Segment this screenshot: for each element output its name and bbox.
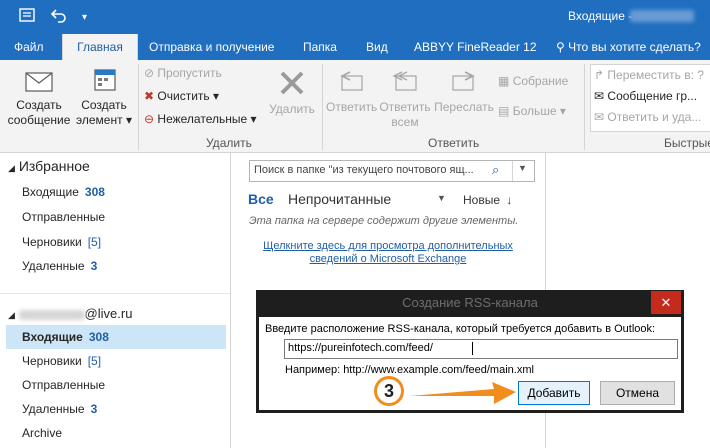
add-button[interactable]: Добавить: [518, 381, 590, 405]
clean-up-button[interactable]: ✖ Очистить ▾: [144, 87, 219, 105]
favorite-deleted[interactable]: Удаленные 3: [22, 259, 97, 273]
account-deleted[interactable]: Удаленные 3: [22, 402, 97, 416]
callout-arrow-icon: [408, 380, 518, 406]
new-item-button[interactable]: Создать элемент ▾: [74, 68, 134, 128]
search-input[interactable]: Поиск в папке "из текущего почтового ящ.…: [254, 164, 474, 176]
rss-url-field[interactable]: https://pureinfotech.com/feed/: [284, 339, 678, 359]
collapse-icon: ◢: [8, 163, 15, 173]
filter-dropdown-icon[interactable]: ▼: [437, 193, 446, 203]
tab-file[interactable]: Файл: [8, 34, 50, 60]
favorite-inbox[interactable]: Входящие 308: [22, 185, 105, 199]
group-label-delete: Удалить: [206, 136, 252, 150]
search-scope-dropdown-icon[interactable]: ▼: [518, 163, 527, 173]
cancel-button[interactable]: Отмена: [600, 381, 675, 405]
junk-icon: ⊖: [144, 112, 155, 126]
more-icon: ▤: [498, 104, 510, 118]
search-divider: [512, 161, 513, 181]
account-header[interactable]: ◢ @live.ru: [8, 306, 132, 321]
tell-me-box[interactable]: ⚲ Что вы хотите сделать?: [550, 34, 707, 60]
reply-delete-icon: ✉: [594, 110, 605, 124]
step-badge: 3: [374, 376, 404, 406]
ribbon: Создать сообщение Создать элемент ▾ ⊘ Пр…: [0, 60, 710, 153]
group-label-quick-steps: Быстрые: [664, 136, 710, 150]
collapse-icon: ◢: [8, 310, 15, 320]
new-message-label-1: Создать: [16, 98, 62, 112]
tab-home[interactable]: Главная: [62, 34, 138, 61]
tab-abbyy[interactable]: ABBYY FineReader 12: [408, 34, 543, 60]
server-notice: Эта папка на сервере содержит другие эле…: [249, 215, 519, 227]
dialog-title: Создание RSS-канала: [402, 295, 538, 310]
delete-button[interactable]: Удалить: [266, 68, 318, 117]
account-archive[interactable]: Archive: [22, 426, 62, 440]
filter-all[interactable]: Все: [248, 191, 274, 207]
reply-icon: [336, 68, 366, 96]
customize-qat-icon[interactable]: ▾: [82, 8, 87, 28]
account-sent[interactable]: Отправленные: [22, 378, 105, 392]
more-button[interactable]: ▤ Больше ▾: [498, 102, 566, 120]
move-icon: ↱: [594, 68, 605, 82]
quick-step-reply-delete[interactable]: ✉ Ответить и уда...: [594, 108, 701, 126]
meeting-button[interactable]: ▦ Собрание: [498, 72, 568, 90]
divider: [0, 293, 230, 294]
message-icon: ✉: [594, 89, 605, 103]
redacted-email: [18, 309, 85, 320]
search-box[interactable]: Поиск в папке "из текущего почтового ящ.…: [249, 160, 535, 182]
exchange-link[interactable]: Щелкните здесь для просмотра дополнитель…: [231, 240, 545, 266]
meeting-icon: ▦: [498, 74, 510, 88]
tab-view[interactable]: Вид: [360, 34, 394, 60]
reply-button[interactable]: Ответить: [326, 68, 377, 115]
quick-step-move[interactable]: ↱ Переместить в: ?: [594, 66, 704, 84]
favorites-header[interactable]: ◢ Избранное: [8, 158, 90, 174]
clean-up-icon: ✖: [144, 89, 155, 103]
ignore-button[interactable]: ⊘ Пропустить: [144, 64, 222, 82]
send-receive-icon[interactable]: [18, 6, 36, 24]
example-hint: Например: http://www.example.com/feed/ma…: [285, 364, 534, 376]
ignore-icon: ⊘: [144, 66, 155, 80]
search-icon[interactable]: ⌕: [492, 162, 499, 178]
tell-me-label: Что вы хотите сделать?: [568, 40, 701, 54]
favorite-drafts[interactable]: Черновики [5]: [22, 235, 101, 249]
group-label-respond: Ответить: [428, 136, 480, 150]
ribbon-separator: [322, 64, 323, 150]
reply-all-button[interactable]: Ответить всем: [378, 68, 432, 130]
dialog-prompt: Введите расположение RSS-канала, который…: [265, 323, 656, 335]
account-drafts[interactable]: Черновики [5]: [22, 354, 101, 368]
forward-button[interactable]: Переслать: [434, 68, 494, 115]
new-message-label-2: сообщение: [7, 113, 71, 127]
new-item-label-1: Создать: [81, 98, 127, 112]
new-item-label-2: элемент ▾: [76, 113, 132, 127]
sort-arrow-icon: ↓: [506, 193, 513, 207]
window-title: Входящие -: [568, 9, 633, 23]
close-icon[interactable]: ✕: [651, 291, 681, 314]
quick-step-manager[interactable]: ✉ Сообщение гр...: [594, 87, 697, 105]
tab-send-receive[interactable]: Отправка и получение: [143, 34, 280, 60]
junk-button[interactable]: ⊖ Нежелательные ▾: [144, 110, 257, 128]
delete-icon: [277, 68, 307, 98]
new-message-icon: [24, 68, 54, 94]
redacted-account: [630, 10, 694, 22]
tab-folder[interactable]: Папка: [297, 34, 343, 60]
undo-icon[interactable]: [50, 6, 68, 24]
title-bar: ▾ Входящие -: [0, 0, 710, 34]
ribbon-separator: [584, 64, 585, 150]
ribbon-separator: [138, 64, 139, 150]
folder-pane: ◢ Избранное Входящие 308 Отправленные Чер…: [0, 153, 231, 448]
rss-url-value: https://pureinfotech.com/feed/: [288, 342, 433, 354]
filter-unread[interactable]: Непрочитанные: [288, 191, 391, 207]
reply-all-icon: [390, 68, 420, 96]
favorite-sent[interactable]: Отправленные: [22, 210, 105, 224]
new-message-button[interactable]: Создать сообщение: [6, 68, 72, 128]
lightbulb-icon: ⚲: [556, 40, 565, 54]
ribbon-tabs: Файл Главная Отправка и получение Папка …: [0, 34, 710, 61]
sort-button[interactable]: Новые ↓: [463, 193, 512, 207]
forward-icon: [449, 68, 479, 96]
text-caret: [472, 342, 473, 355]
account-inbox[interactable]: Входящие 308: [22, 330, 109, 344]
new-item-icon: [89, 68, 119, 94]
